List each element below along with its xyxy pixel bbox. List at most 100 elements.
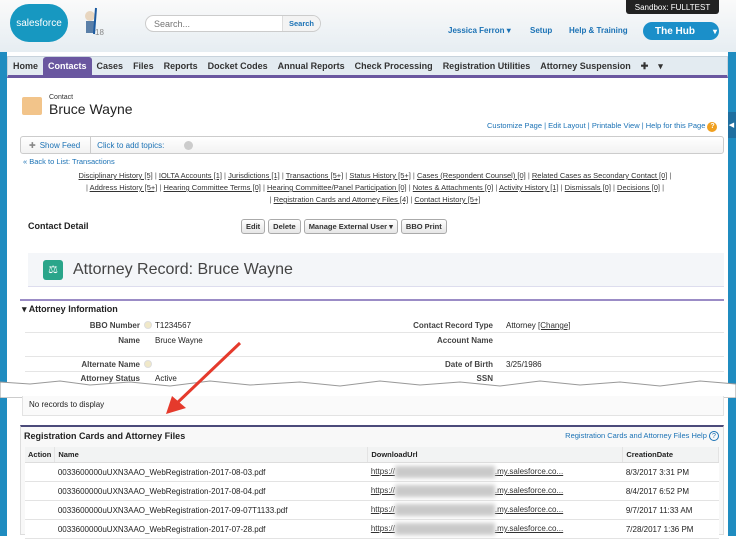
tab-check-processing[interactable]: Check Processing — [350, 57, 438, 76]
tab-docket-codes[interactable]: Docket Codes — [203, 57, 273, 76]
app-name: The Hub — [655, 25, 695, 37]
chevron-down-icon: ▾ — [506, 26, 511, 35]
attorney-info-header[interactable]: ▾ Attorney Information — [22, 304, 118, 315]
contact-record-type-value: Attorney [Change] — [506, 321, 571, 330]
delete-button[interactable]: Delete — [268, 219, 301, 234]
help-training-link[interactable]: Help & Training — [569, 26, 628, 35]
edit-layout-link[interactable]: Edit Layout — [548, 121, 586, 130]
red-arrow-annotation — [166, 341, 242, 414]
related-list-link[interactable]: Status History [5+] — [349, 171, 410, 180]
help-icon[interactable]: ? — [707, 122, 718, 132]
related-list-link[interactable]: Transactions [5+] — [286, 171, 343, 180]
related-list-link[interactable]: Dismissals [0] — [565, 183, 611, 192]
name-label: Name — [118, 336, 140, 345]
action-cell — [25, 481, 55, 501]
column-action[interactable]: Action — [25, 447, 56, 463]
file-name: 0033600000uUXN3AAO_WebRegistration-2017-… — [54, 462, 368, 482]
help-page-link[interactable]: Help for this Page — [646, 121, 706, 130]
banner-title: Attorney Record: Bruce Wayne — [73, 260, 293, 278]
related-list-link[interactable]: Activity History [1] — [499, 183, 559, 192]
add-tab-icon[interactable]: ✚ — [636, 57, 654, 76]
record-type-label: Contact — [49, 94, 74, 101]
tab-bar: Home Contacts Cases Files Reports Docket… — [7, 56, 728, 78]
related-list-link[interactable]: Hearing Committee/Panel Participation [0… — [267, 183, 407, 192]
tab-reports[interactable]: Reports — [159, 57, 203, 76]
bbo-value: T1234567 — [155, 321, 192, 330]
app-switcher-button[interactable]: The Hub ▾ — [643, 22, 719, 40]
search-button[interactable]: Search — [281, 16, 320, 31]
salesforce-logo[interactable]: salesforce — [10, 4, 68, 42]
feed-icon: ✚ — [29, 140, 36, 150]
related-list-link[interactable]: IOLTA Accounts [1] — [159, 171, 222, 180]
action-cell — [25, 500, 55, 520]
files-help-link[interactable]: Registration Cards and Attorney Files He… — [565, 431, 707, 440]
search-box: Search — [145, 15, 321, 32]
more-tabs-icon[interactable]: ▾ — [653, 57, 668, 76]
show-feed-button[interactable]: ✚ Show Feed — [21, 137, 92, 153]
contact-record-type-label: Contact Record Type — [413, 321, 493, 330]
customize-page-link[interactable]: Customize Page — [487, 121, 542, 130]
search-input[interactable] — [146, 18, 282, 29]
column-downloadurl[interactable]: DownloadUrl — [367, 447, 624, 463]
related-list-link[interactable]: Notes & Attachments [0] — [413, 183, 493, 192]
sandbox-badge: Sandbox: FULLTEST — [626, 0, 719, 14]
torn-edge — [0, 380, 736, 398]
user-name: Jessica Ferron — [448, 26, 505, 35]
related-list-link[interactable]: Cases (Respondent Counsel) [0] — [417, 171, 526, 180]
add-topics-link[interactable]: Click to add topics: — [97, 141, 164, 150]
related-list-link[interactable]: Decisions [0] — [617, 183, 660, 192]
help-bubble-icon[interactable] — [144, 360, 152, 368]
tab-annual-reports[interactable]: Annual Reports — [273, 57, 350, 76]
back-to-list-link[interactable]: « Back to List: Transactions — [23, 157, 115, 166]
related-list-link[interactable]: Related Cases as Secondary Contact [0] — [532, 171, 668, 180]
redacted-block — [394, 466, 495, 478]
tab-contacts[interactable]: Contacts — [43, 56, 92, 76]
sidebar-toggle[interactable]: ◀ — [727, 112, 736, 138]
related-list-link[interactable]: Disciplinary History [5] — [79, 171, 153, 180]
tab-cases[interactable]: Cases — [92, 57, 129, 76]
column-name[interactable]: Name — [54, 447, 369, 463]
feed-bar: ✚ Show Feed Click to add topics: — [20, 136, 724, 154]
bbo-print-button[interactable]: BBO Print — [400, 219, 447, 234]
redacted-block — [394, 504, 495, 516]
edit-button[interactable]: Edit — [241, 219, 266, 234]
tab-registration-utilities[interactable]: Registration Utilities — [438, 57, 536, 76]
creation-date: 9/7/2017 11:33 AM — [622, 500, 719, 520]
change-link[interactable]: [Change] — [538, 321, 570, 330]
record-title: Bruce Wayne — [49, 101, 133, 117]
help-bubble-icon[interactable] — [144, 321, 152, 329]
section-divider — [20, 299, 724, 301]
related-list-link[interactable]: Address History [5+] — [90, 183, 158, 192]
user-menu[interactable]: Jessica Ferron ▾ — [448, 26, 511, 35]
related-list-link[interactable]: Jurisdictions [1] — [228, 171, 280, 180]
related-list-link[interactable]: Contact History [5+] — [414, 195, 480, 204]
download-url-link[interactable]: https://.my.salesforce.co... — [367, 481, 623, 501]
frame-border-left — [0, 52, 7, 536]
download-url-link[interactable]: https://.my.salesforce.co... — [367, 500, 623, 520]
alternate-name-label: Alternate Name — [81, 360, 140, 369]
redacted-block — [394, 485, 495, 497]
help-icon[interactable]: ? — [709, 431, 719, 441]
action-cell — [25, 462, 55, 482]
files-related-list: Registration Cards and Attorney Files Re… — [20, 425, 724, 539]
setup-link[interactable]: Setup — [530, 26, 552, 35]
creation-date: 8/3/2017 3:31 PM — [622, 462, 719, 482]
related-list-link[interactable]: Hearing Committee Terms [0] — [163, 183, 260, 192]
bbo-label: BBO Number — [89, 321, 140, 330]
tab-attorney-suspension[interactable]: Attorney Suspension — [535, 57, 636, 76]
tab-home[interactable]: Home — [8, 57, 43, 76]
section-title: Contact Detail — [28, 221, 89, 231]
column-creationdate[interactable]: CreationDate — [622, 447, 719, 463]
attorney-info-title: Attorney Information — [28, 304, 118, 314]
download-url-link[interactable]: https://.my.salesforce.co... — [367, 462, 623, 482]
related-list-link[interactable]: Registration Cards and Attorney Files [4… — [274, 195, 409, 204]
version-badge: 18 — [95, 28, 104, 37]
row-divider — [25, 356, 724, 357]
printable-view-link[interactable]: Printable View — [592, 121, 640, 130]
manage-external-user-button[interactable]: Manage External User ▾ — [303, 219, 398, 234]
tab-files[interactable]: Files — [128, 57, 159, 76]
files-table: Action Name DownloadUrl CreationDate 003… — [25, 447, 719, 539]
detail-buttons: Edit Delete Manage External User ▾ BBO P… — [241, 219, 447, 234]
files-list-title: Registration Cards and Attorney Files — [24, 431, 186, 441]
attorney-banner: ⚖ Attorney Record: Bruce Wayne — [28, 253, 724, 287]
